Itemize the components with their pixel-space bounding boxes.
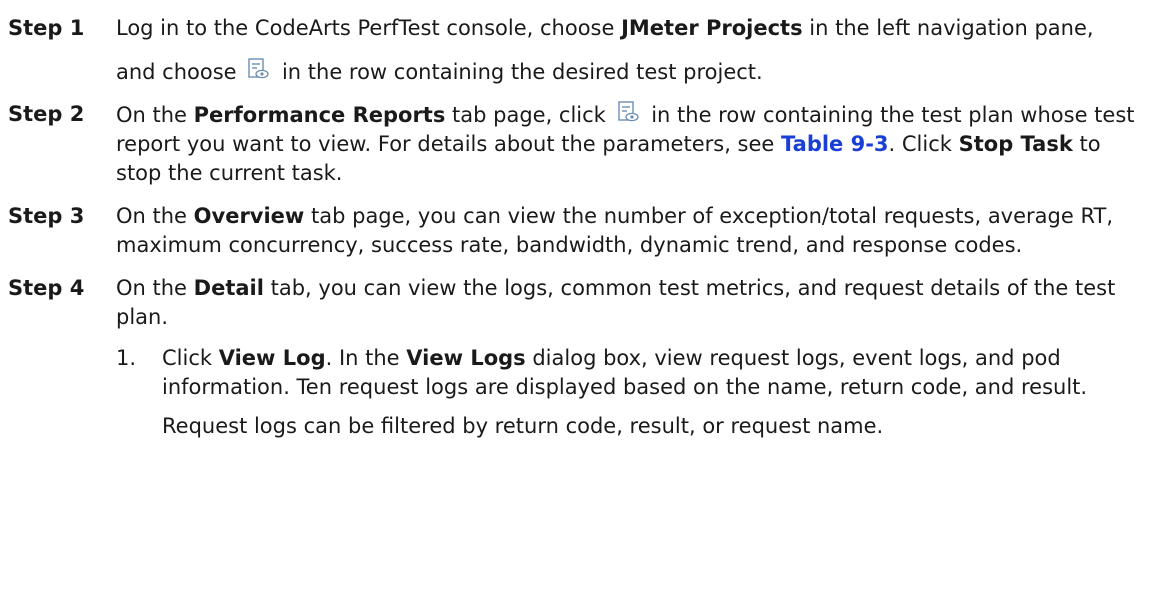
report-view-icon (247, 57, 269, 81)
bold-term: JMeter Projects (621, 16, 803, 40)
step-3: Step 3 On the Overview tab page, you can… (0, 202, 1159, 260)
step-label: Step 1 (8, 16, 85, 40)
document-body: Step 1 Log in to the CodeArts PerfTest c… (0, 0, 1159, 441)
step-text: . In the (325, 346, 407, 370)
step-label: Step 4 (8, 276, 85, 300)
step-text: in the row containing the desired test p… (275, 60, 763, 84)
step-text: Log in to the CodeArts PerfTest console,… (116, 16, 622, 40)
step-text: On the (116, 276, 194, 300)
bold-term: Overview (193, 204, 305, 228)
bold-term: Stop Task (958, 132, 1073, 156)
bold-term: Detail (193, 276, 264, 300)
step-2: Step 2 On the Performance Reports tab pa… (0, 100, 1159, 188)
step-label: Step 3 (8, 204, 85, 228)
step-text: On the (116, 103, 194, 127)
bold-term: View Logs (406, 346, 526, 370)
step-text: Click (162, 346, 219, 370)
sub-step-number: 1. (116, 346, 137, 370)
sub-step-1: 1. Click View Log. In the View Logs dial… (116, 344, 1139, 441)
table-link[interactable]: Table 9-3 (781, 132, 889, 156)
sub-step-text: Click View Log. In the View Logs dialog … (162, 344, 1139, 402)
bold-term: View Log (218, 346, 326, 370)
step-text: . Click (888, 132, 959, 156)
step-text: tab, you can view the logs, common test … (116, 276, 1116, 329)
step-text: On the (116, 204, 194, 228)
bold-term: Performance Reports (193, 103, 446, 127)
step-4: Step 4 On the Detail tab, you can view t… (0, 274, 1159, 441)
step-label: Step 2 (8, 102, 85, 126)
sub-step-note: Request logs can be filtered by return c… (162, 414, 884, 438)
report-view-icon (617, 100, 639, 124)
step-1: Step 1 Log in to the CodeArts PerfTest c… (0, 6, 1159, 94)
step-text: tab page, click (445, 103, 613, 127)
